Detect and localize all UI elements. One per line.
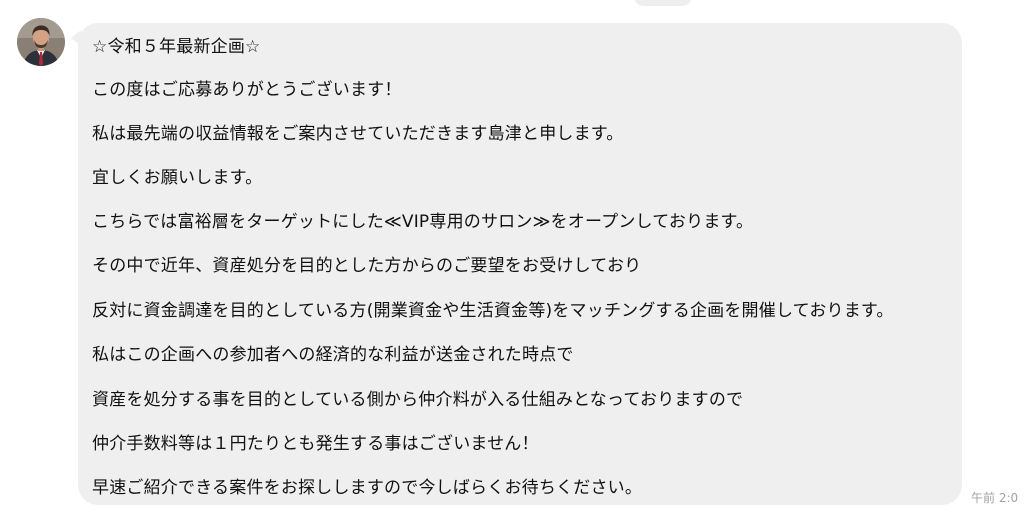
message-line: 資産を処分する事を目的としている側から仲介料が入る仕組みとなっておりますので [92,390,744,410]
message-line: ☆令和５年最新企画☆ [92,37,261,57]
sender-avatar[interactable] [17,18,65,66]
message-line: 仲介手数料等は１円たりとも発生する事はございません！ [92,434,539,454]
message-timestamp: 午前 2:0 [971,491,1019,505]
message-line: 宜しくお願いします。 [92,168,263,188]
message-line: 早速ご紹介できる案件をお探ししますので今しばらくお待ちください。 [92,478,643,498]
message-line: こちらでは富裕層をターゲットにした≪VIP専用のサロン≫をオープンしております。 [92,212,754,232]
message-line: その中で近年、資産処分を目的とした方からのご要望をお受けしており [92,256,642,276]
message-line: 私は最先端の収益情報をご案内させていただきます島津と申します。 [92,124,624,144]
previous-element-edge [634,0,692,6]
chat-area: ☆令和５年最新企画☆ この度はご応募ありがとうございます！ 私は最先端の収益情報… [0,0,1024,523]
message-line: 反対に資金調達を目的としている方(開業資金や生活資金等)をマッチングする企画を開… [92,301,894,321]
avatar-portrait-icon [17,18,65,66]
message-line: この度はご応募ありがとうございます！ [92,80,402,100]
message-line: 私はこの企画への参加者への経済的な利益が送金された時点で [92,345,574,365]
